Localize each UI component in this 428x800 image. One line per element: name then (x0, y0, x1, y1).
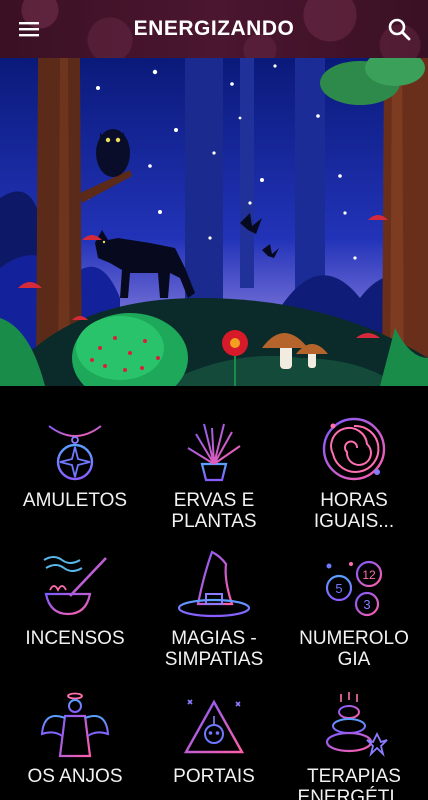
hamburger-menu-icon[interactable] (0, 0, 58, 58)
hero-banner (0, 58, 428, 386)
category-label: PORTAIS (173, 766, 255, 787)
spiral-clock-icon (283, 406, 425, 484)
app-bar: ENERGIZANDO (0, 0, 428, 58)
category-incensos[interactable]: INCENSOS (4, 544, 146, 682)
category-horas-iguais[interactable]: HORAS IGUAIS... (283, 406, 425, 544)
incense-bowl-icon (4, 544, 146, 622)
category-grid: AMULETOS ERVAS E PLANTAS HORAS IGUAIS... (0, 386, 428, 800)
angel-icon (4, 682, 146, 760)
category-label: ERVAS E PLANTAS (171, 490, 257, 532)
category-numerologia[interactable]: 12 5 3 NUMEROLO GIA (283, 544, 425, 682)
potted-plant-icon (143, 406, 285, 484)
category-label: OS ANJOS (27, 766, 123, 787)
witch-hat-icon (143, 544, 285, 622)
category-label: MAGIAS - SIMPATIAS (164, 628, 264, 670)
numerology-coins-icon: 12 5 3 (283, 544, 425, 622)
category-magias-simpatias[interactable]: MAGIAS - SIMPATIAS (143, 544, 285, 682)
search-icon[interactable] (370, 0, 428, 58)
category-label: HORAS IGUAIS... (313, 490, 395, 532)
svg-text:12: 12 (362, 568, 376, 582)
category-label: INCENSOS (25, 628, 125, 649)
category-label: TERAPIAS ENERGÉTI... (297, 766, 411, 800)
category-label: AMULETOS (22, 490, 128, 511)
category-amuletos[interactable]: AMULETOS (4, 406, 146, 544)
svg-text:3: 3 (363, 597, 370, 612)
forest-night-illustration (0, 58, 428, 386)
app-title: ENERGIZANDO (133, 17, 295, 40)
category-label: NUMEROLO GIA (299, 628, 409, 670)
category-ervas-e-plantas[interactable]: ERVAS E PLANTAS (143, 406, 285, 544)
category-os-anjos[interactable]: OS ANJOS (4, 682, 146, 800)
portal-triangle-icon (143, 682, 285, 760)
category-terapias-energeticas[interactable]: TERAPIAS ENERGÉTI... (283, 682, 425, 800)
zen-stones-icon (283, 682, 425, 760)
amulet-pendant-icon (4, 406, 146, 484)
svg-text:5: 5 (335, 581, 342, 596)
category-portais[interactable]: PORTAIS (143, 682, 285, 800)
